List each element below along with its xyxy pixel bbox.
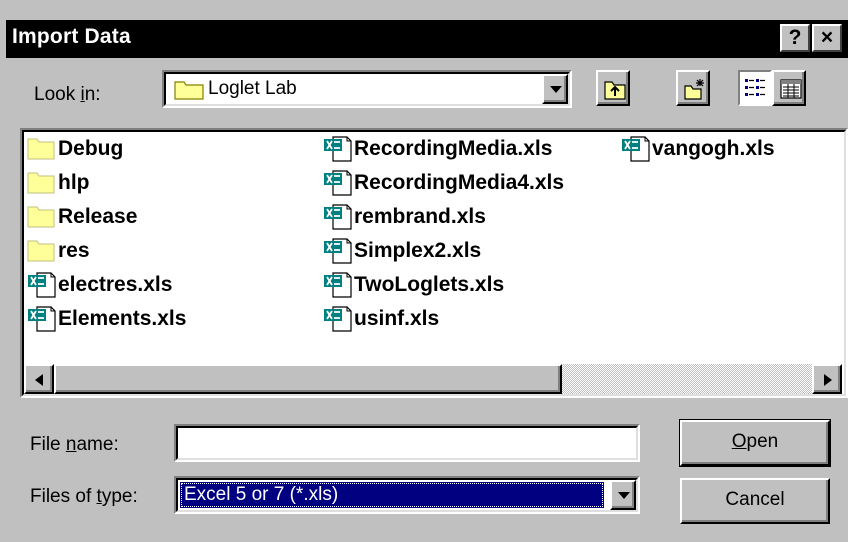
look-in-value: Loglet Lab xyxy=(208,78,297,99)
title-bar[interactable]: Import Data ? × xyxy=(6,20,848,58)
folder-icon xyxy=(24,202,58,232)
horizontal-scrollbar[interactable] xyxy=(24,364,842,394)
file-item[interactable]: RecordingMedia4.xls xyxy=(320,168,564,198)
files-of-type-label: Files of type: xyxy=(30,486,138,507)
scroll-left-button[interactable] xyxy=(24,364,54,394)
close-button[interactable]: × xyxy=(812,24,842,52)
file-item-label: electres.xls xyxy=(58,273,173,296)
details-view-button[interactable] xyxy=(772,70,806,106)
file-item[interactable]: electres.xls xyxy=(24,270,172,300)
file-name-input[interactable] xyxy=(174,424,640,462)
arrow-left-icon xyxy=(35,374,43,386)
folder-icon xyxy=(24,236,58,266)
list-view-button[interactable] xyxy=(738,70,772,106)
open-button[interactable]: Open xyxy=(679,419,831,467)
excel-file-icon xyxy=(320,304,354,334)
file-item-label: rembrand.xls xyxy=(354,205,486,228)
excel-file-icon xyxy=(24,304,58,334)
arrow-right-icon xyxy=(824,374,832,386)
folder-icon xyxy=(174,78,204,105)
scroll-right-button[interactable] xyxy=(812,364,842,394)
list-view-icon xyxy=(745,79,765,96)
file-item-label: Release xyxy=(58,205,138,228)
file-list[interactable]: Debug hlp Release res electres.xls Elements.x… xyxy=(20,128,848,398)
chevron-down-icon xyxy=(550,86,562,93)
file-item[interactable]: usinf.xls xyxy=(320,304,439,334)
chevron-down-icon xyxy=(618,492,630,499)
cancel-button[interactable]: Cancel xyxy=(680,478,830,524)
file-item-label: Simplex2.xls xyxy=(354,239,482,262)
look-in-dropdown[interactable]: Loglet Lab xyxy=(162,70,572,108)
file-item[interactable]: Release xyxy=(24,202,137,232)
scroll-track[interactable] xyxy=(562,364,812,394)
file-item[interactable]: TwoLoglets.xls xyxy=(320,270,504,300)
excel-file-icon xyxy=(618,134,652,164)
file-item-label: usinf.xls xyxy=(354,307,440,330)
excel-file-icon xyxy=(320,236,354,266)
file-item[interactable]: hlp xyxy=(24,168,90,198)
import-data-dialog: Import Data ? × Look in: Loglet Lab Debu… xyxy=(0,0,848,542)
file-item-label: Elements.xls xyxy=(58,307,187,330)
file-item-label: hlp xyxy=(58,171,90,194)
file-item[interactable]: Debug xyxy=(24,134,123,164)
file-item[interactable]: rembrand.xls xyxy=(320,202,486,232)
new-folder-icon xyxy=(684,79,704,100)
file-item[interactable]: RecordingMedia.xls xyxy=(320,134,552,164)
selected-type-highlight: Excel 5 or 7 (*.xls) xyxy=(180,482,604,508)
excel-file-icon xyxy=(320,270,354,300)
file-item[interactable]: Simplex2.xls xyxy=(320,236,481,266)
details-view-icon xyxy=(780,79,802,99)
excel-file-icon xyxy=(24,270,58,300)
file-name-label: File name: xyxy=(30,434,119,455)
files-of-type-value: Excel 5 or 7 (*.xls) xyxy=(184,484,339,505)
file-item[interactable]: vangogh.xls xyxy=(618,134,775,164)
scroll-thumb[interactable] xyxy=(54,364,562,394)
file-item[interactable]: Elements.xls xyxy=(24,304,186,334)
excel-file-icon xyxy=(320,202,354,232)
folder-icon xyxy=(24,134,58,164)
window-title: Import Data xyxy=(12,25,131,48)
file-item-label: TwoLoglets.xls xyxy=(354,273,505,296)
excel-file-icon xyxy=(320,134,354,164)
files-of-type-dropdown[interactable]: Excel 5 or 7 (*.xls) xyxy=(174,476,640,514)
file-item-label: Debug xyxy=(58,137,124,160)
file-item[interactable]: res xyxy=(24,236,90,266)
look-in-dropdown-button[interactable] xyxy=(542,74,568,104)
folder-icon xyxy=(24,168,58,198)
files-of-type-dropdown-button[interactable] xyxy=(610,480,636,510)
up-one-level-button[interactable] xyxy=(596,70,630,106)
file-item-label: RecordingMedia.xls xyxy=(354,137,553,160)
create-new-folder-button[interactable] xyxy=(676,70,710,106)
file-item-label: RecordingMedia4.xls xyxy=(354,171,565,194)
up-folder-icon xyxy=(604,81,626,100)
help-button[interactable]: ? xyxy=(780,24,810,52)
excel-file-icon xyxy=(320,168,354,198)
file-item-label: vangogh.xls xyxy=(652,137,775,160)
file-item-label: res xyxy=(58,239,90,262)
look-in-label: Look in: xyxy=(34,84,101,105)
